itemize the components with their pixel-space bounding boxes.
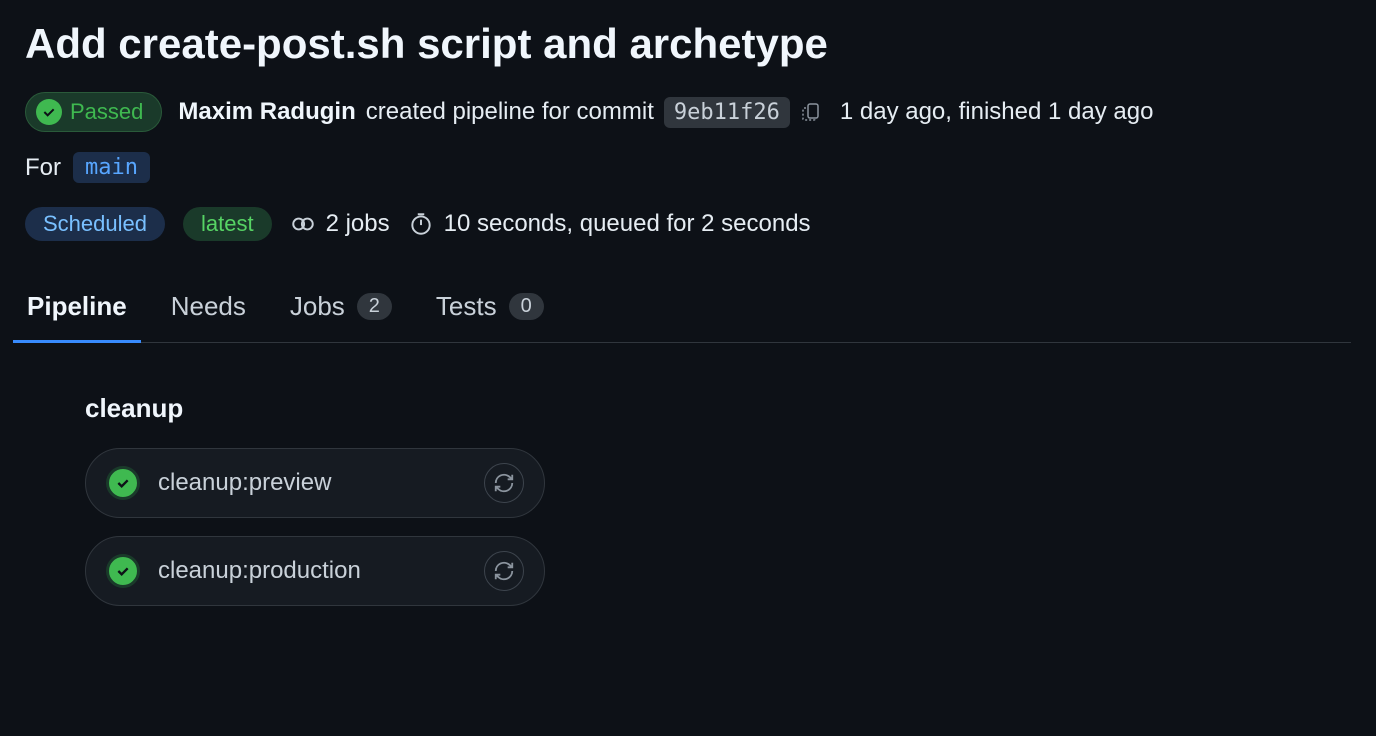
status-passed-icon: [106, 466, 140, 500]
meta-row: Passed Maxim Radugin created pipeline fo…: [25, 92, 1351, 132]
check-icon: [36, 99, 62, 125]
tab-label: Needs: [171, 291, 246, 322]
jobs-count-text: 2 jobs: [326, 210, 390, 238]
author-line: Maxim Radugin created pipeline for commi…: [178, 97, 823, 128]
status-passed-icon: [106, 554, 140, 588]
badge-latest: latest: [183, 207, 272, 241]
branch-row: For main: [25, 152, 1351, 183]
retry-icon: [493, 472, 515, 494]
tab-count-badge: 2: [357, 293, 392, 320]
timestamp: 1 day ago, finished 1 day ago: [840, 98, 1154, 126]
duration-text: 10 seconds, queued for 2 seconds: [444, 210, 811, 238]
created-text: created pipeline for commit: [366, 98, 654, 126]
tab-label: Pipeline: [27, 291, 127, 322]
retry-icon: [493, 560, 515, 582]
pipeline-title: Add create-post.sh script and archetype: [25, 20, 1351, 68]
tab-count-badge: 0: [509, 293, 544, 320]
link-icon: [290, 211, 316, 237]
info-row: Scheduled latest 2 jobs 10 seconds, queu…: [25, 207, 1351, 241]
author-name[interactable]: Maxim Radugin: [178, 98, 355, 126]
tab-pipeline[interactable]: Pipeline: [25, 291, 129, 342]
tab-label: Jobs: [290, 291, 345, 322]
retry-button[interactable]: [484, 463, 524, 503]
job-item[interactable]: cleanup:production: [85, 536, 545, 606]
commit-hash[interactable]: 9eb11f26: [664, 97, 790, 128]
badge-scheduled: Scheduled: [25, 207, 165, 241]
tabs: Pipeline Needs Jobs 2 Tests 0: [25, 291, 1351, 343]
branch-name[interactable]: main: [73, 152, 150, 183]
tab-tests[interactable]: Tests 0: [434, 291, 546, 342]
job-item[interactable]: cleanup:preview: [85, 448, 545, 518]
retry-button[interactable]: [484, 551, 524, 591]
branch-for-label: For: [25, 154, 61, 182]
jobs-summary: 2 jobs: [290, 210, 390, 238]
status-badge-passed: Passed: [25, 92, 162, 132]
duration-summary: 10 seconds, queued for 2 seconds: [408, 210, 811, 238]
clipboard-icon[interactable]: [800, 100, 824, 124]
status-label: Passed: [70, 99, 143, 125]
tab-needs[interactable]: Needs: [169, 291, 248, 342]
job-name: cleanup:preview: [158, 469, 331, 497]
job-name: cleanup:production: [158, 557, 361, 585]
stage-container: cleanup cleanup:preview cleanup:producti…: [25, 393, 1351, 606]
stage-name: cleanup: [85, 393, 1351, 424]
tab-label: Tests: [436, 291, 497, 322]
tab-jobs[interactable]: Jobs 2: [288, 291, 394, 342]
timer-icon: [408, 211, 434, 237]
